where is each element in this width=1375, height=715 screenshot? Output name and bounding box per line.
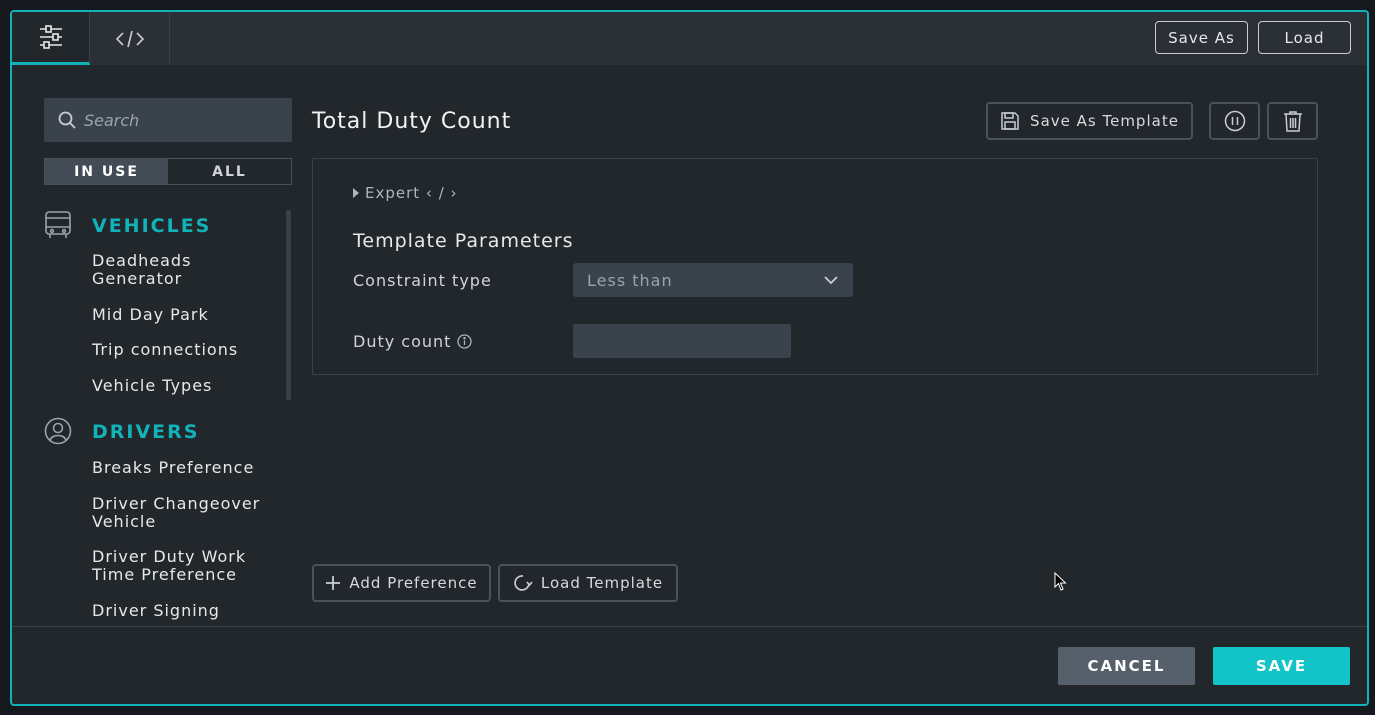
sidebar-item-driver-signing[interactable]: Driver Signing xyxy=(92,602,282,620)
save-as-button[interactable]: Save As xyxy=(1155,21,1248,54)
constraint-type-select[interactable]: Less than xyxy=(573,263,853,297)
sidebar-item-breaks-preference[interactable]: Breaks Preference xyxy=(92,459,282,477)
chevron-down-icon xyxy=(824,276,838,285)
expert-label: Expert ‹ / › xyxy=(365,184,458,202)
duty-count-label: Duty count xyxy=(353,332,473,351)
save-as-template-label: Save As Template xyxy=(1030,112,1179,130)
sidebar-item-mid-day-park[interactable]: Mid Day Park xyxy=(92,306,282,324)
floppy-icon xyxy=(1001,112,1019,130)
constraint-type-value: Less than xyxy=(587,270,673,290)
refresh-icon xyxy=(514,575,533,591)
sidebar-item-vehicle-types[interactable]: Vehicle Types xyxy=(92,377,282,395)
load-template-label: Load Template xyxy=(540,574,664,592)
preference-panel: Expert ‹ / › Template Parameters Constra… xyxy=(312,158,1318,375)
dialog-toolbar: Save As Load xyxy=(12,12,1367,65)
add-preference-button[interactable]: Add Preference xyxy=(312,564,491,602)
sidebar-item-driver-changeover-vehicle[interactable]: Driver Changeover Vehicle xyxy=(92,495,282,531)
caret-right-icon xyxy=(353,188,359,198)
sliders-icon xyxy=(39,25,62,49)
plus-icon xyxy=(326,576,341,590)
constraint-type-text: Constraint type xyxy=(353,271,492,290)
add-preference-label: Add Preference xyxy=(349,574,478,592)
sidebar-item-trip-connections[interactable]: Trip connections xyxy=(92,341,282,359)
search-icon xyxy=(58,111,76,129)
code-icon xyxy=(115,30,144,47)
load-button[interactable]: Load xyxy=(1258,21,1351,54)
page-title: Total Duty Count xyxy=(312,109,512,134)
template-parameters-title: Template Parameters xyxy=(353,230,574,252)
footer-divider xyxy=(12,626,1367,627)
sidebar-item-driver-duty-work-time[interactable]: Driver Duty Work Time Preference xyxy=(92,548,282,584)
filter-all[interactable]: ALL xyxy=(168,159,291,184)
tab-code[interactable] xyxy=(90,12,170,65)
search-input[interactable] xyxy=(84,110,274,130)
filter-toggle: IN USE ALL xyxy=(44,158,292,185)
save-button[interactable]: SAVE xyxy=(1213,647,1350,685)
duty-count-input[interactable] xyxy=(573,324,791,358)
expert-toggle[interactable]: Expert ‹ / › xyxy=(353,184,458,202)
cancel-button[interactable]: CANCEL xyxy=(1058,647,1195,685)
section-title-vehicles: VEHICLES xyxy=(92,215,212,237)
pause-button[interactable] xyxy=(1209,102,1260,140)
section-title-drivers: DRIVERS xyxy=(92,421,200,443)
pause-icon xyxy=(1224,110,1245,132)
duty-count-text: Duty count xyxy=(353,332,452,351)
info-icon[interactable] xyxy=(457,334,473,349)
trash-icon xyxy=(1283,111,1302,132)
tab-settings[interactable] xyxy=(12,12,90,65)
delete-button[interactable] xyxy=(1267,102,1318,140)
load-template-button[interactable]: Load Template xyxy=(498,564,678,602)
filter-in-use[interactable]: IN USE xyxy=(45,159,168,184)
search-box[interactable] xyxy=(44,98,292,142)
preferences-dialog: Save As Load IN USE ALL VEHICLES Deadhea… xyxy=(10,10,1369,706)
mouse-pointer-icon xyxy=(1054,572,1067,591)
user-icon xyxy=(44,417,72,445)
sidebar-item-deadheads-generator[interactable]: Deadheads Generator xyxy=(92,252,282,288)
constraint-type-label: Constraint type xyxy=(353,271,492,290)
bus-icon xyxy=(45,211,71,238)
save-as-template-button[interactable]: Save As Template xyxy=(986,102,1193,140)
sidebar-scrollbar[interactable] xyxy=(286,210,291,400)
